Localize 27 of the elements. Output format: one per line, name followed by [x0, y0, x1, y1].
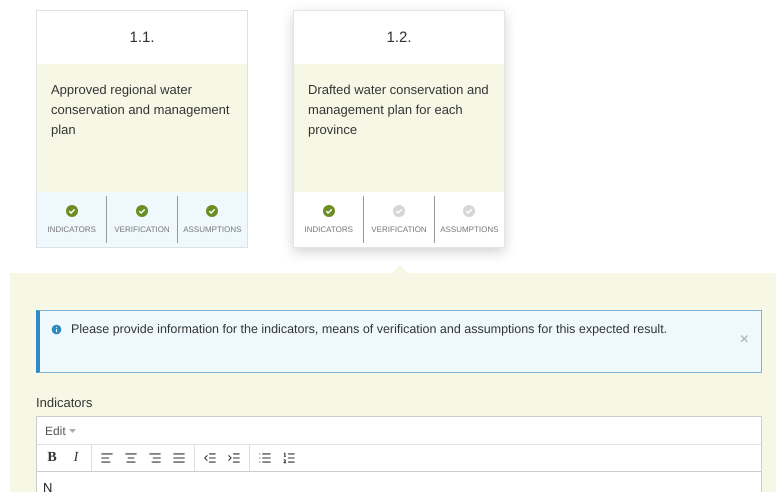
align-center-icon	[124, 451, 138, 465]
check-label: INDICATORS	[304, 225, 353, 234]
italic-button[interactable]: I	[65, 447, 87, 469]
field-label: Indicators	[36, 395, 94, 410]
card-description: Approved regional water conservation and management plan	[37, 64, 247, 192]
card-number: 1.2.	[385, 28, 413, 48]
bold-button[interactable]: B	[41, 447, 63, 469]
align-left-icon	[100, 451, 114, 465]
check-label: ASSUMPTIONS	[183, 225, 242, 234]
indent-icon	[227, 451, 241, 465]
editor-text-area[interactable]: N	[37, 472, 761, 492]
card-number: 1.1.	[128, 28, 156, 48]
caret-icon	[68, 428, 76, 432]
numbers-icon	[282, 451, 296, 465]
result-card[interactable]: 1.2. Drafted water conservation and management plan for each province INDICATORS VERIFICATION ASSUMPTIONS	[293, 10, 505, 248]
card-description: Drafted water conservation and management plan for each province	[294, 64, 504, 192]
result-card[interactable]: 1.1. Approved regional water conservation and management plan INDICATORS VERIFICATION ASSUMPTIONS	[36, 10, 248, 248]
align-justify-icon	[172, 451, 186, 465]
check-label: VERIFICATION	[371, 225, 427, 234]
check-label: VERIFICATION	[114, 225, 170, 234]
check-label: INDICATORS	[47, 225, 96, 234]
info-icon	[50, 323, 63, 336]
alert-message: Please provide information for the indicators, means of verification and assumptions for this expected result.	[71, 321, 668, 337]
menu-button[interactable]: Edit	[43, 424, 78, 438]
outdent-icon	[203, 451, 217, 465]
align-right-icon	[148, 451, 162, 465]
check-label: ASSUMPTIONS	[440, 225, 498, 234]
